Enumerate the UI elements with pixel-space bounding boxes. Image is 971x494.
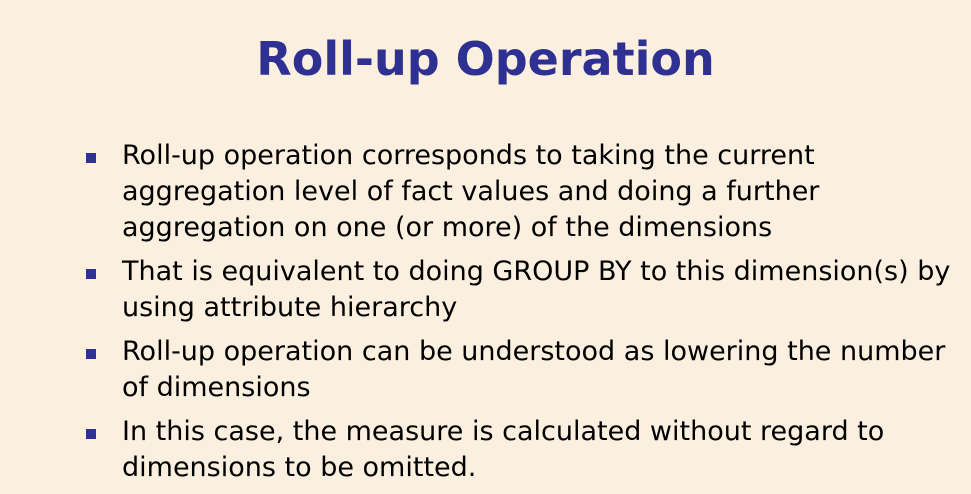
- slide-title: Roll-up Operation: [256, 32, 715, 86]
- bullet-text-4: In this case, the measure is calculated …: [122, 416, 885, 483]
- square-bullet-icon: [86, 269, 96, 279]
- bullet-text-1: Roll-up operation corresponds to taking …: [122, 140, 820, 243]
- bullet-item-2: That is equivalent to doing GROUP BY to …: [84, 254, 954, 326]
- bullet-list: Roll-up operation corresponds to taking …: [84, 138, 954, 494]
- bullet-text-2: That is equivalent to doing GROUP BY to …: [122, 256, 951, 323]
- square-bullet-icon: [86, 429, 96, 439]
- bullet-item-3: Roll-up operation can be understood as l…: [84, 334, 954, 406]
- square-bullet-icon: [86, 349, 96, 359]
- slide: Roll-up Operation Roll-up operation corr…: [0, 0, 971, 485]
- bullet-item-4: In this case, the measure is calculated …: [84, 414, 954, 486]
- bullet-text-3: Roll-up operation can be understood as l…: [122, 336, 946, 403]
- bullet-item-1: Roll-up operation corresponds to taking …: [84, 138, 954, 246]
- square-bullet-icon: [86, 153, 96, 163]
